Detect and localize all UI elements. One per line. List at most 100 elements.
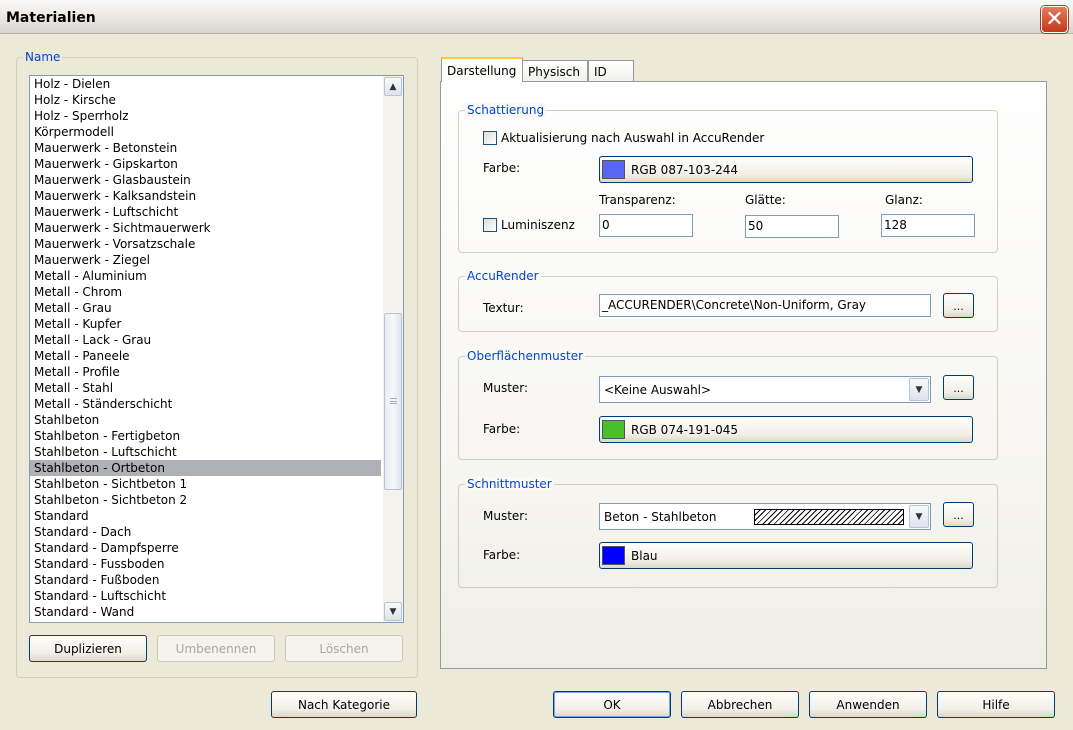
list-item[interactable]: Stahlbeton - Fertigbeton [30,428,381,444]
delete-button[interactable]: Löschen [285,635,403,662]
tab-panel-darstellung: Schattierung Aktualisierung nach Auswahl… [440,81,1047,669]
list-item[interactable]: Stahlbeton - Sichtbeton 2 [30,492,381,508]
list-item[interactable]: Metall - Chrom [30,284,381,300]
shading-group: Schattierung Aktualisierung nach Auswahl… [458,103,998,253]
surface-pattern-value: <Keine Auswahl> [604,382,712,397]
by-category-button[interactable]: Nach Kategorie [271,691,417,718]
tab-id[interactable]: ID [588,60,634,82]
list-item[interactable]: Mauerwerk - Vorsatzschale [30,236,381,252]
section-color-swatch [602,546,625,565]
apply-button[interactable]: Anwenden [809,691,927,718]
list-item[interactable]: Körpermodell [30,124,381,140]
name-group-label: Name [23,50,63,64]
list-scrollbar[interactable]: ▲ ▼ [383,76,403,622]
tab-physisch[interactable]: Physisch [522,60,588,82]
accurender-group-label: AccuRender [465,269,541,283]
list-item[interactable]: Standard [30,508,381,524]
list-item[interactable]: Standard - Wand [30,604,381,620]
surface-pattern-label: Muster: [483,381,529,395]
chevron-down-icon[interactable]: ▼ [909,378,929,401]
surface-pattern-select[interactable]: <Keine Auswahl> ▼ [599,376,931,403]
section-pattern-group-label: Schnittmuster [465,477,554,491]
grip-icon [390,398,397,404]
list-item[interactable]: Metall - Paneele [30,348,381,364]
list-item[interactable]: Stahlbeton - Luftschicht [30,444,381,460]
list-item[interactable]: Standard - Fußboden [30,572,381,588]
list-item[interactable]: Metall - Profile [30,364,381,380]
list-item[interactable]: Mauerwerk - Glasbaustein [30,172,381,188]
help-button[interactable]: Hilfe [937,691,1055,718]
title-bar: Materialien ✕ [0,0,1073,34]
list-item[interactable]: Metall - Grau [30,300,381,316]
scroll-down-icon[interactable]: ▼ [384,602,402,621]
list-item[interactable]: Stahlbeton - Sichtbeton 1 [30,476,381,492]
gloss-label: Glanz: [885,193,923,207]
smoothness-input[interactable]: 50 [745,215,839,238]
list-item[interactable]: Metall - Kupfer [30,316,381,332]
section-color-button[interactable]: Blau [599,542,973,569]
section-color-text: Blau [631,548,658,563]
surface-pattern-browse-button[interactable]: ... [943,375,974,400]
shading-color-button[interactable]: RGB 087-103-244 [599,156,973,183]
rename-button[interactable]: Umbenennen [157,635,275,662]
surface-color-button[interactable]: RGB 074-191-045 [599,416,973,443]
list-item[interactable]: Metall - Stahl [30,380,381,396]
tab-darstellung[interactable]: Darstellung [441,57,523,82]
texture-input[interactable]: _ACCURENDER\Concrete\Non-Uniform, Gray [599,294,931,317]
list-item[interactable]: Standard - Dach [30,524,381,540]
list-item[interactable]: Standard - Dampfsperre [30,540,381,556]
list-item[interactable]: Standard - Luftschicht [30,588,381,604]
list-item[interactable]: Holz - Kirsche [30,92,381,108]
list-item[interactable]: Metall - Aluminium [30,268,381,284]
update-after-selection-checkbox[interactable] [483,131,497,145]
list-item[interactable]: Holz - Sperrholz [30,108,381,124]
list-item[interactable]: Mauerwerk - Kalksandstein [30,188,381,204]
list-item[interactable]: Stahlbeton - Ortbeton [30,460,381,476]
gloss-input[interactable]: 128 [881,214,975,237]
material-list[interactable]: Holz - Dielen Holz - Kirsche Holz - Sperrh… [29,75,404,623]
list-item[interactable]: Mauerwerk - Ziegel [30,252,381,268]
surface-color-text: RGB 074-191-045 [631,422,739,437]
list-item[interactable]: Mauerwerk - Gipskarton [30,156,381,172]
surface-pattern-group-label: Oberflächenmuster [465,349,586,363]
hatch-pattern-preview [754,509,904,525]
cancel-button[interactable]: Abbrechen [681,691,799,718]
ok-button[interactable]: OK [553,691,671,718]
surface-color-swatch [602,420,625,439]
section-pattern-select[interactable]: Beton - Stahlbeton ▼ [599,503,931,530]
shading-color-swatch [602,160,625,179]
list-item[interactable]: Mauerwerk - Betonstein [30,140,381,156]
accurender-group: AccuRender Textur: _ACCURENDER\Concrete\… [458,269,998,332]
shading-color-text: RGB 087-103-244 [631,162,739,177]
transparency-label: Transparenz: [599,193,676,207]
transparency-input[interactable]: 0 [599,214,693,237]
list-item[interactable]: Standard - Fussboden [30,556,381,572]
surface-color-label: Farbe: [483,422,521,436]
duplicate-button[interactable]: Duplizieren [29,635,147,662]
chevron-down-icon[interactable]: ▼ [909,505,929,528]
update-after-selection-label: Aktualisierung nach Auswahl in AccuRende… [501,131,765,145]
luminescence-label: Luminiszenz [501,218,575,232]
luminescence-checkbox[interactable] [483,218,497,232]
section-pattern-value: Beton - Stahlbeton [604,509,717,524]
scroll-thumb[interactable] [384,313,402,490]
texture-label: Textur: [483,301,524,315]
texture-browse-button[interactable]: ... [943,293,974,318]
section-pattern-label: Muster: [483,509,529,523]
smoothness-label: Glätte: [745,193,786,207]
shading-color-label: Farbe: [483,161,521,175]
shading-group-label: Schattierung [465,103,547,117]
section-pattern-browse-button[interactable]: ... [943,502,974,527]
list-item[interactable]: Holz - Dielen [30,76,381,92]
list-item[interactable]: Metall - Lack - Grau [30,332,381,348]
section-pattern-group: Schnittmuster Muster: Beton - Stahlbeton… [458,477,998,588]
material-list-items: Holz - Dielen Holz - Kirsche Holz - Sperrh… [30,76,403,620]
close-icon[interactable]: ✕ [1041,6,1068,33]
scroll-up-icon[interactable]: ▲ [384,77,402,96]
list-item[interactable]: Metall - Ständerschicht [30,396,381,412]
list-item[interactable]: Mauerwerk - Luftschicht [30,204,381,220]
list-item[interactable]: Mauerwerk - Sichtmauerwerk [30,220,381,236]
section-color-label: Farbe: [483,548,521,562]
surface-pattern-group: Oberflächenmuster Muster: <Keine Auswahl… [458,349,998,460]
list-item[interactable]: Stahlbeton [30,412,381,428]
